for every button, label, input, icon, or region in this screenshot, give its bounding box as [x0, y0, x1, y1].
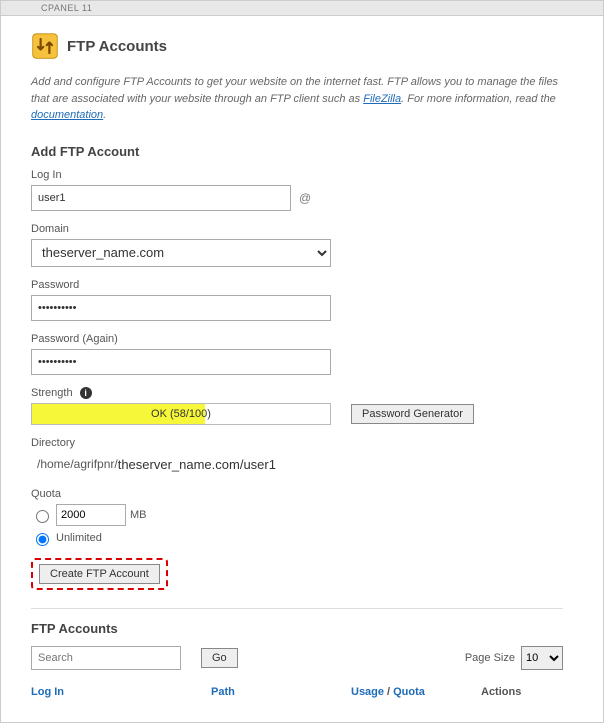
domain-label: Domain — [31, 223, 563, 235]
sort-login-link[interactable]: Log In — [31, 686, 64, 698]
sort-usage-link[interactable]: Usage — [351, 686, 384, 698]
intro-text: Add and configure FTP Accounts to get yo… — [31, 74, 563, 124]
directory-prefix: /home/agrifpnr/ — [31, 457, 118, 471]
intro-part-c: . — [103, 109, 106, 121]
quota-mb-input[interactable] — [56, 504, 126, 526]
login-field-block: Log In @ — [31, 169, 563, 211]
col-actions: Actions — [481, 686, 551, 698]
login-label: Log In — [31, 169, 563, 181]
strength-field-block: Strength i OK (58/100) Password Generato… — [31, 387, 563, 425]
password2-label: Password (Again) — [31, 333, 563, 345]
directory-field-block: Directory /home/agrifpnr/ — [31, 437, 563, 476]
quota-unlimited-text: Unlimited — [56, 532, 102, 544]
info-icon[interactable]: i — [80, 387, 92, 399]
search-group: Go — [31, 646, 238, 670]
quota-field-block: Quota MB Unlimited — [31, 488, 563, 546]
quota-mb-radio[interactable] — [36, 510, 49, 523]
password-field-block: Password — [31, 279, 563, 321]
quota-unlimited-row: Unlimited — [31, 530, 563, 546]
directory-label: Directory — [31, 437, 563, 449]
quota-mb-row: MB — [31, 504, 563, 526]
login-input[interactable] — [31, 185, 291, 211]
page-header: FTP Accounts — [31, 32, 563, 60]
quota-mb-unit: MB — [130, 509, 147, 521]
go-button[interactable]: Go — [201, 648, 238, 668]
col-usage-quota: Usage/Quota — [351, 686, 481, 698]
quota-unlimited-radio[interactable] — [36, 533, 49, 546]
intro-part-b: . For more information, read the — [401, 93, 556, 105]
password-label: Password — [31, 279, 563, 291]
search-input[interactable] — [31, 646, 181, 670]
content: FTP Accounts Add and configure FTP Accou… — [1, 16, 603, 722]
divider — [31, 608, 563, 609]
page-title: FTP Accounts — [67, 38, 167, 55]
slash: / — [384, 686, 393, 698]
strength-meter: OK (58/100) — [31, 403, 331, 425]
add-account-heading: Add FTP Account — [31, 144, 563, 159]
password-input[interactable] — [31, 295, 331, 321]
password-generator-button[interactable]: Password Generator — [351, 404, 474, 424]
strength-text: OK (58/100) — [151, 408, 211, 420]
list-top-row: Go Page Size 10 — [31, 646, 563, 670]
at-symbol: @ — [299, 191, 311, 205]
password2-field-block: Password (Again) — [31, 333, 563, 375]
list-heading: FTP Accounts — [31, 621, 563, 636]
ftp-icon — [31, 32, 59, 60]
strength-label: Strength i — [31, 387, 563, 399]
quota-label: Quota — [31, 488, 563, 500]
app-frame: CPANEL 11 FTP Accounts Add and configure… — [0, 0, 604, 723]
domain-field-block: Domain theserver_name.com — [31, 223, 563, 267]
create-highlight: Create FTP Account — [31, 558, 168, 590]
col-path: Path — [211, 686, 351, 698]
pagesize-label: Page Size — [465, 652, 515, 664]
domain-select[interactable]: theserver_name.com — [31, 239, 331, 267]
documentation-link[interactable]: documentation — [31, 109, 103, 121]
table-head: Log In Path Usage/Quota Actions — [31, 682, 563, 702]
filezilla-link[interactable]: FileZilla — [363, 93, 401, 105]
directory-input[interactable] — [118, 453, 328, 476]
topbar-brand: CPANEL 11 — [1, 1, 603, 16]
strength-label-text: Strength — [31, 387, 73, 399]
create-ftp-button[interactable]: Create FTP Account — [39, 564, 160, 584]
sort-quota-link[interactable]: Quota — [393, 686, 425, 698]
password2-input[interactable] — [31, 349, 331, 375]
col-login: Log In — [31, 686, 211, 698]
sort-path-link[interactable]: Path — [211, 686, 235, 698]
pagesize-select[interactable]: 10 — [521, 646, 563, 670]
create-row: Create FTP Account — [31, 558, 563, 590]
pagesize-group: Page Size 10 — [465, 646, 563, 670]
